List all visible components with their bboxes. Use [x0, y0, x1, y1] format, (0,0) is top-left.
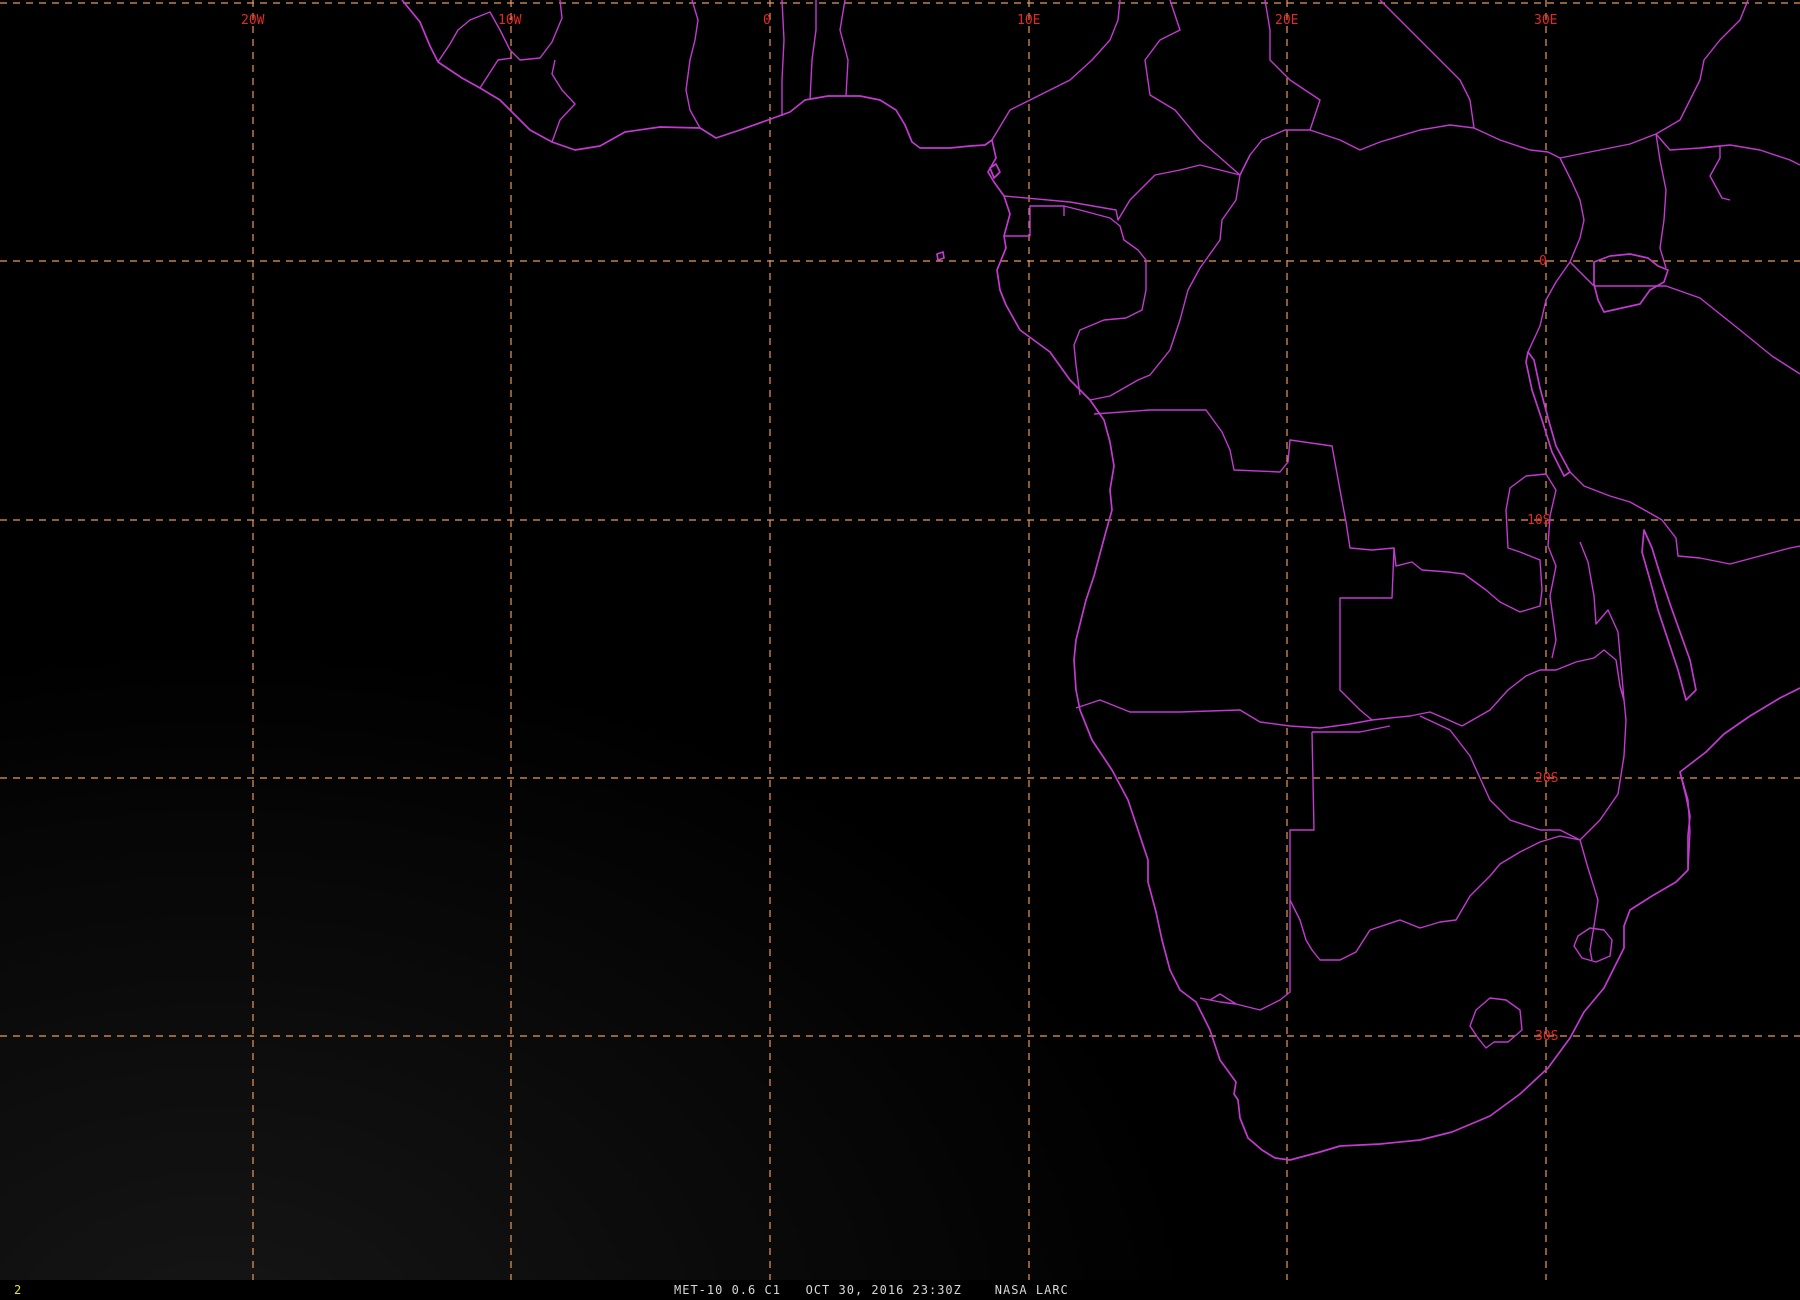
- lon-label-30e: 30E: [1534, 13, 1557, 28]
- border-togo-benin: [809, 0, 817, 101]
- border-ethiopia: [1655, 0, 1749, 135]
- border-gabon-congo: [1063, 205, 1147, 396]
- lat-label-0: 0: [1539, 254, 1547, 269]
- border-namibia-botswana: [1209, 731, 1315, 1011]
- border-uganda-kenya: [1655, 133, 1667, 269]
- graticule: [0, 0, 1800, 1280]
- border-tanzania-south: [1569, 471, 1800, 565]
- border-kenya-somalia: [1699, 144, 1800, 166]
- map-canvas: 20W 10W 0 10E 20E 30E 0 10S 20S 30S: [0, 0, 1800, 1280]
- border-ghana-togo: [781, 0, 785, 116]
- border-angola-namibia: [1075, 699, 1373, 729]
- image-caption: MET-10 0.6 C1 OCT 30, 2016 23:30Z NASA L…: [674, 1283, 1069, 1297]
- lat-label-10s: 10S: [1527, 513, 1550, 528]
- status-bar: 2 MET-10 0.6 C1 OCT 30, 2016 23:30Z NASA…: [0, 1280, 1800, 1300]
- lake-victoria: [1593, 253, 1669, 313]
- satellite-map-viewer[interactable]: 20W 10W 0 10E 20E 30E 0 10S 20S 30S: [0, 0, 1800, 1280]
- lat-label-30s: 30S: [1535, 1029, 1558, 1044]
- border-west-africa-2: [479, 57, 513, 89]
- border-zambia-malawi-moz: [1461, 649, 1621, 727]
- border-ethiopia-kenya: [1655, 133, 1731, 201]
- country-borders: [437, 0, 1800, 1049]
- border-ivory-ghana: [685, 0, 701, 129]
- border-drc-car: [1239, 154, 1251, 176]
- lon-label-10e: 10E: [1017, 13, 1040, 28]
- border-benin-nigeria: [839, 0, 849, 97]
- border-drc-uganda: [1527, 157, 1585, 353]
- lon-label-0: 0: [763, 13, 771, 28]
- lake-malawi: [1641, 529, 1697, 701]
- border-botswana-south: [1289, 835, 1581, 961]
- border-mozambique-south: [1679, 771, 1691, 871]
- border-tanzania-kenya: [1594, 285, 1800, 375]
- lake-tanganyika: [1525, 351, 1571, 477]
- border-car-sudan: [1144, 0, 1241, 176]
- border-zimbabwe-moz: [1579, 685, 1627, 841]
- lon-label-20w: 20W: [241, 13, 265, 28]
- border-cameroon-car: [1003, 124, 1657, 221]
- border-angola-north: [1093, 409, 1557, 613]
- border-zimbabwe-southafrica: [1579, 839, 1599, 961]
- border-lesotho: [1469, 997, 1523, 1049]
- border-west-africa-3: [551, 59, 576, 143]
- sao-tome-island: [936, 251, 945, 261]
- border-malawi-east: [1579, 541, 1625, 701]
- border-tanzania-north: [1569, 261, 1595, 287]
- africa-coastline: [401, 0, 1800, 1161]
- longitude-labels: 20W 10W 0 10E 20E 30E: [241, 13, 1557, 28]
- lat-label-20s: 20S: [1535, 771, 1558, 786]
- border-angola-zambia: [1339, 547, 1463, 727]
- lon-label-10w: 10W: [498, 13, 522, 28]
- border-gabon-eqguinea: [1004, 205, 1065, 237]
- border-west-africa-1: [437, 0, 563, 63]
- border-nigeria-cameroon: [991, 0, 1121, 141]
- frame-number: 2: [14, 1283, 22, 1297]
- border-southsudan-east: [1379, 0, 1475, 129]
- lon-label-20e: 20E: [1275, 13, 1298, 28]
- bioko-island: [989, 163, 1001, 179]
